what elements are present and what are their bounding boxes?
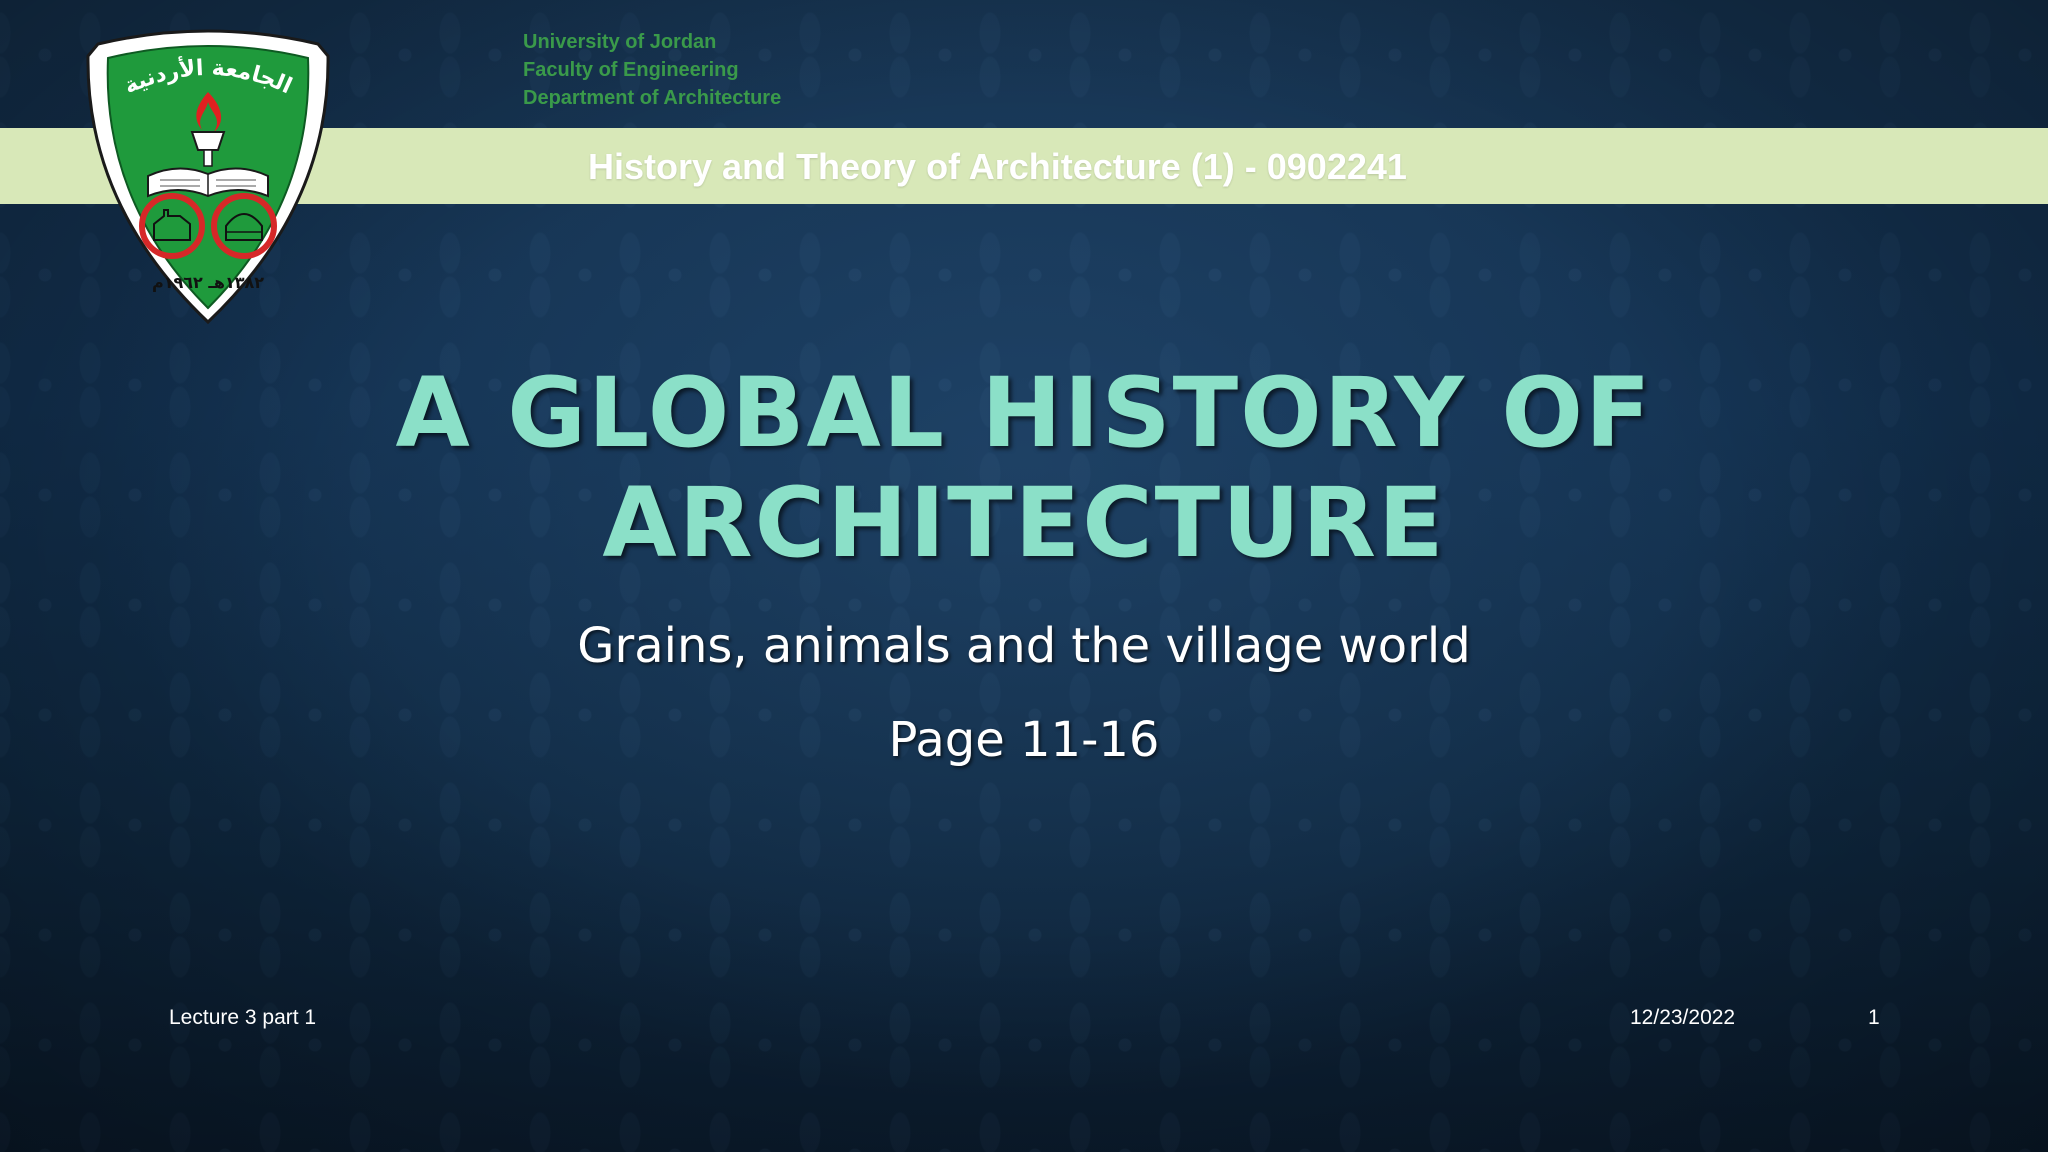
footer-date: 12/23/2022	[1630, 1006, 1736, 1029]
page-range: Page 11-16	[888, 712, 1160, 768]
slide-title: A GLOBAL HISTORY OF ARCHITECTURE	[395, 357, 1653, 579]
institution-header: University of Jordan Faculty of Engineer…	[523, 28, 781, 112]
slide-subtitle: Grains, animals and the village world	[577, 618, 1471, 674]
footer-lecture-label: Lecture 3 part 1	[169, 1006, 317, 1029]
course-title: History and Theory of Architecture (1) -…	[588, 146, 1407, 187]
department-name: Department of Architecture	[523, 87, 782, 109]
svg-text:١٣٨٢هـ ١٩٦٢م: ١٣٨٢هـ ١٩٦٢م	[152, 273, 264, 292]
slide-number: 1	[1868, 1006, 1880, 1029]
slide: History and Theory of Architecture (1) -…	[0, 0, 2048, 1152]
university-name: University of Jordan	[523, 31, 717, 53]
faculty-name: Faculty of Engineering	[523, 59, 739, 81]
university-crest-icon: الجامعة الأردنية ١٣٨٢هـ ١٩٦٢م	[86, 29, 330, 325]
